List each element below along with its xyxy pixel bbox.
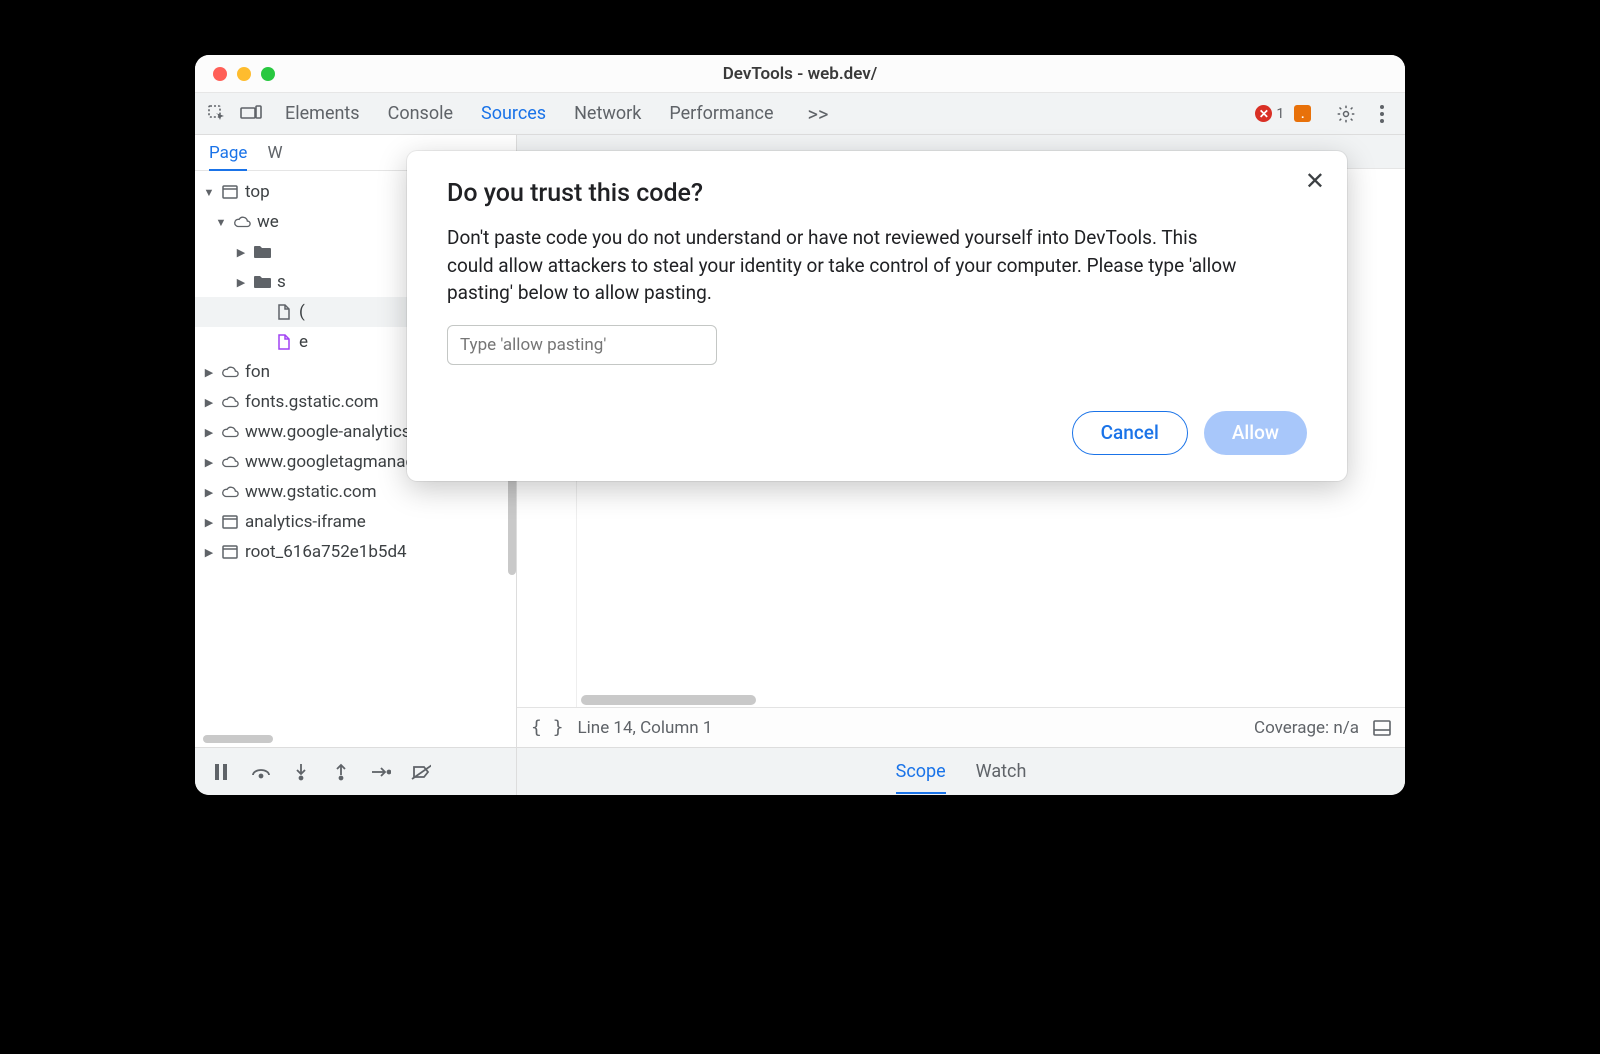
debugger-controls xyxy=(195,748,517,795)
caret-icon: ▶ xyxy=(203,546,215,559)
tree-node[interactable]: ▶ root_616a752e1b5d4 xyxy=(195,537,516,567)
minimize-window-button[interactable] xyxy=(237,67,251,81)
nav-tab-workspace[interactable]: W xyxy=(267,143,282,164)
dialog-close-icon[interactable]: ✕ xyxy=(1305,169,1325,193)
more-menu-icon[interactable] xyxy=(1367,99,1397,129)
caret-icon: ▶ xyxy=(203,486,215,499)
window-title: DevTools - web.dev/ xyxy=(195,64,1405,84)
tab-sources[interactable]: Sources xyxy=(481,103,546,124)
settings-icon[interactable] xyxy=(1331,99,1361,129)
cloud-icon xyxy=(221,423,239,441)
warning-icon: . xyxy=(1294,105,1311,122)
frame-icon xyxy=(221,183,239,201)
window-controls xyxy=(195,67,275,81)
dialog-title: Do you trust this code? xyxy=(447,179,1307,208)
toggle-drawer-icon[interactable] xyxy=(1373,720,1391,736)
error-badge[interactable]: ✕ 1 xyxy=(1255,105,1284,122)
device-toolbar-icon[interactable] xyxy=(237,100,265,128)
editor-h-scrollbar[interactable] xyxy=(581,695,756,705)
zoom-window-button[interactable] xyxy=(261,67,275,81)
nav-tab-page[interactable]: Page xyxy=(209,143,247,171)
pause-icon[interactable] xyxy=(211,762,231,782)
file-icon xyxy=(275,303,293,321)
tree-node-label: root_616a752e1b5d4 xyxy=(245,542,407,562)
tab-console[interactable]: Console xyxy=(388,103,453,124)
caret-icon: ▶ xyxy=(203,426,215,439)
pretty-print-icon[interactable]: { } xyxy=(531,717,564,738)
caret-icon: ▶ xyxy=(203,456,215,469)
tree-node-label: top xyxy=(245,182,270,202)
devtools-window: DevTools - web.dev/ Elements Console Sou… xyxy=(195,55,1405,795)
tab-performance[interactable]: Performance xyxy=(669,103,773,124)
caret-icon: ▶ xyxy=(203,516,215,529)
tab-network[interactable]: Network xyxy=(574,103,641,124)
tree-node-label: www.googletagmanag xyxy=(245,452,415,472)
tree-node-label: analytics-iframe xyxy=(245,512,366,532)
coverage-label: Coverage: n/a xyxy=(1254,718,1359,738)
caret-icon: ▶ xyxy=(235,246,247,259)
tree-node-label: fonts.gstatic.com xyxy=(245,392,379,412)
caret-icon: ▼ xyxy=(215,216,227,229)
issue-badges: ✕ 1 . . xyxy=(1255,105,1319,122)
allow-pasting-input[interactable] xyxy=(447,325,717,365)
tree-node[interactable]: ▶ analytics-iframe xyxy=(195,507,516,537)
file-purple-icon xyxy=(275,333,293,351)
cloud-icon xyxy=(221,453,239,471)
titlebar: DevTools - web.dev/ xyxy=(195,55,1405,93)
trust-code-dialog: ✕ Do you trust this code? Don't paste co… xyxy=(407,151,1347,481)
cloud-icon xyxy=(221,483,239,501)
frame-icon xyxy=(221,543,239,561)
drawer-tabs: Scope Watch xyxy=(517,748,1405,795)
warning-badge[interactable]: . . xyxy=(1294,105,1319,122)
folder-icon xyxy=(253,273,271,291)
tree-node-label: we xyxy=(257,212,279,232)
step-icon[interactable] xyxy=(371,762,391,782)
editor-statusbar: { } Line 14, Column 1 Coverage: n/a xyxy=(517,707,1405,747)
dialog-body: Don't paste code you do not understand o… xyxy=(447,224,1247,307)
tabs-overflow-icon[interactable]: >> xyxy=(802,102,835,126)
tab-elements[interactable]: Elements xyxy=(285,103,360,124)
tab-watch[interactable]: Watch xyxy=(976,761,1027,782)
caret-icon: ▶ xyxy=(203,366,215,379)
step-into-icon[interactable] xyxy=(291,762,311,782)
step-out-icon[interactable] xyxy=(331,762,351,782)
panel-tabs: Elements Console Sources Network Perform… xyxy=(285,102,1249,126)
debugger-footer: Scope Watch xyxy=(195,747,1405,795)
tree-node-label: e xyxy=(299,332,308,352)
cloud-icon xyxy=(221,393,239,411)
tree-node-label: ( xyxy=(299,302,305,322)
caret-icon: ▼ xyxy=(203,186,215,199)
close-window-button[interactable] xyxy=(213,67,227,81)
step-over-icon[interactable] xyxy=(251,762,271,782)
cursor-position: Line 14, Column 1 xyxy=(578,718,713,738)
caret-icon: ▶ xyxy=(203,396,215,409)
caret-icon: ▶ xyxy=(235,276,247,289)
cloud-icon xyxy=(221,363,239,381)
cancel-button[interactable]: Cancel xyxy=(1072,411,1188,455)
tree-node[interactable]: ▶ www.gstatic.com xyxy=(195,477,516,507)
deactivate-breakpoints-icon[interactable] xyxy=(411,762,431,782)
folder-icon xyxy=(253,243,271,261)
main-toolbar: Elements Console Sources Network Perform… xyxy=(195,93,1405,135)
sidebar-h-scrollbar[interactable] xyxy=(203,735,273,743)
error-count: 1 xyxy=(1276,106,1284,122)
tree-node-label: www.gstatic.com xyxy=(245,482,376,502)
cloud-icon xyxy=(233,213,251,231)
inspect-element-icon[interactable] xyxy=(203,100,231,128)
tree-node-label: fon xyxy=(245,362,270,382)
tree-node-label: www.google-analytics xyxy=(245,422,411,442)
tree-node-label: s xyxy=(277,272,286,292)
tab-scope[interactable]: Scope xyxy=(896,761,946,794)
dialog-actions: Cancel Allow xyxy=(447,411,1307,455)
allow-button[interactable]: Allow xyxy=(1204,411,1307,455)
error-icon: ✕ xyxy=(1255,105,1272,122)
frame-icon xyxy=(221,513,239,531)
